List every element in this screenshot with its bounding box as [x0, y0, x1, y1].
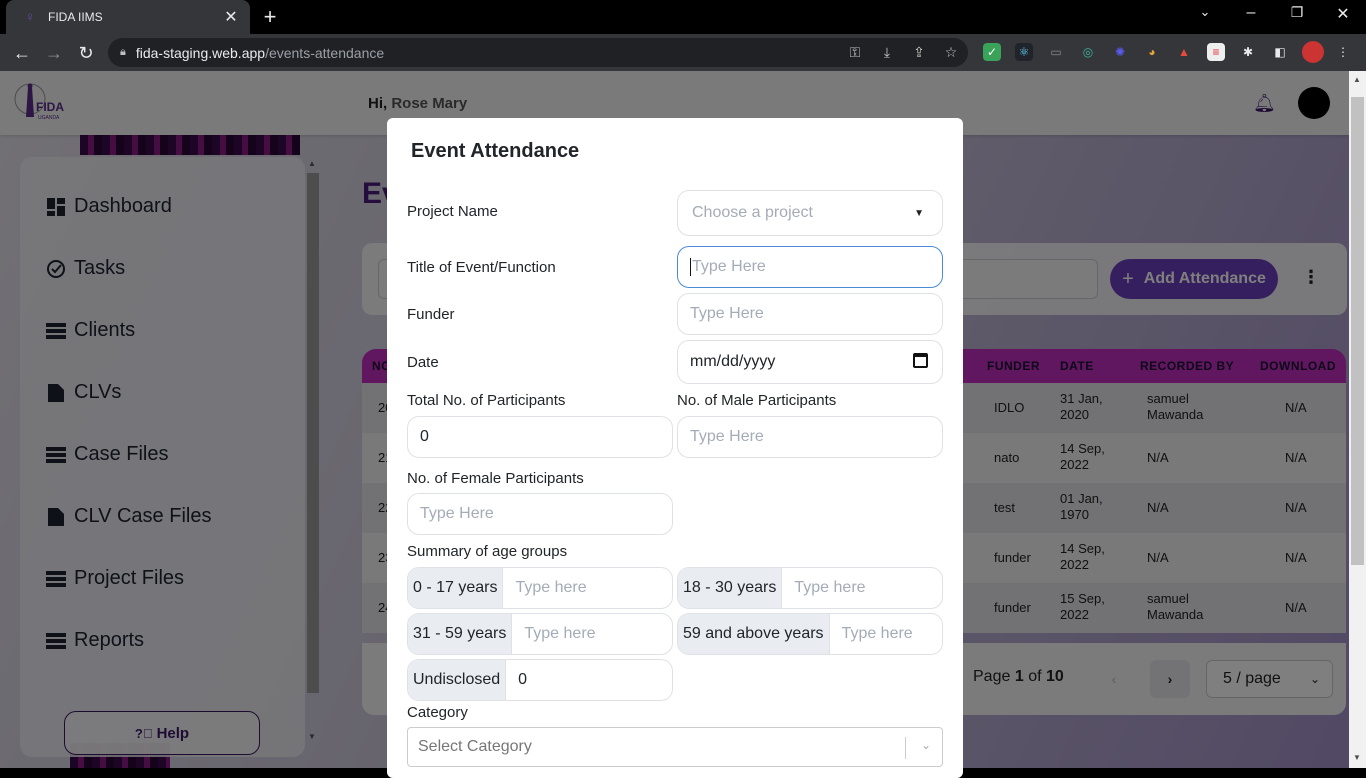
age-group-label: 0 - 17 years [408, 568, 504, 608]
target-extension-icon[interactable]: ◎ [1079, 43, 1097, 61]
project-select[interactable]: Choose a project ▼ [677, 190, 943, 236]
minimize-icon[interactable]: – [1239, 4, 1263, 22]
event-title-label: Title of Event/Function [407, 259, 556, 276]
side-panel-icon[interactable]: ◧ [1271, 43, 1289, 61]
project-placeholder: Choose a project [692, 204, 813, 221]
scroll-down-icon[interactable]: ▼ [1353, 753, 1361, 762]
browser-tab-bar: ♀ FIDA IIMS ✕ + ⌄ – ❐ ✕ [0, 0, 1366, 34]
lock-icon: 🔒︎ [120, 46, 126, 58]
notes-extension-icon[interactable]: ≡ [1207, 43, 1225, 61]
age-group-0-17: 0 - 17 years Type here [407, 567, 673, 609]
react-devtools-icon[interactable]: ⚛ [1015, 43, 1033, 61]
page-scrollbar[interactable]: ▲ ▼ [1349, 71, 1366, 768]
lighthouse-icon[interactable]: ▲ [1175, 43, 1193, 61]
category-placeholder: Select Category [418, 738, 532, 755]
male-participants-input[interactable]: Type Here [677, 416, 943, 458]
project-name-label: Project Name [407, 203, 498, 220]
key-icon[interactable]: ⚿ [846, 44, 864, 61]
age-group-input[interactable]: Type here [503, 568, 672, 608]
install-icon[interactable]: ⤓ [878, 44, 896, 61]
window-close-icon[interactable]: ✕ [1331, 4, 1355, 24]
url-path: /events-attendance [265, 44, 385, 61]
total-participants-label: Total No. of Participants [407, 392, 566, 409]
age-group-input[interactable]: Type here [512, 614, 672, 654]
reload-icon[interactable]: ↻ [74, 41, 98, 65]
funder-placeholder: Type Here [690, 305, 764, 322]
event-attendance-modal: Event Attendance Project Name Choose a p… [387, 118, 963, 778]
scroll-up-icon[interactable]: ▲ [1353, 75, 1361, 84]
age-group-input[interactable]: Type here [830, 614, 942, 654]
age-group-31-59: 31 - 59 years Type here [407, 613, 673, 655]
age-group-label: 31 - 59 years [408, 614, 513, 654]
gear-extension-icon[interactable]: ✺ [1111, 43, 1129, 61]
age-group-59-above: 59 and above years Type here [677, 613, 943, 655]
age-group-18-30: 18 - 30 years Type here [677, 567, 943, 609]
male-participants-label: No. of Male Participants [677, 392, 837, 409]
funder-input[interactable]: Type Here [677, 293, 943, 335]
male-placeholder: Type Here [690, 428, 764, 445]
share-icon[interactable]: ⇪ [910, 44, 928, 61]
fida-favicon-icon: ♀ [25, 9, 35, 24]
age-summary-label: Summary of age groups [407, 543, 568, 560]
browser-toolbar: ← → ↻ 🔒︎ fida-staging.web.app /events-at… [0, 34, 1366, 71]
page-scroll-thumb[interactable] [1351, 97, 1364, 565]
browser-tab[interactable]: ♀ FIDA IIMS ✕ [6, 0, 250, 34]
age-group-label: Undisclosed [408, 660, 507, 700]
category-select[interactable]: Select Category ⌄ [407, 727, 943, 767]
tab-title: FIDA IIMS [48, 10, 103, 24]
color-extension-icon[interactable]: ◕ [1143, 43, 1161, 61]
age-group-input[interactable]: Type here [782, 568, 942, 608]
tab-search-icon[interactable]: ⌄ [1193, 4, 1217, 20]
cast-extension-icon[interactable]: ▭ [1047, 43, 1065, 61]
address-bar[interactable]: 🔒︎ fida-staging.web.app /events-attendan… [108, 38, 968, 67]
bookmark-star-icon[interactable]: ☆ [942, 44, 960, 61]
modal-title: Event Attendance [411, 140, 580, 162]
female-participants-input[interactable]: Type Here [407, 493, 673, 535]
profile-avatar-icon[interactable] [1302, 41, 1324, 63]
total-participants-input[interactable]: 0 [407, 416, 673, 458]
text-caret [690, 258, 691, 276]
caret-down-icon: ▼ [914, 207, 924, 219]
back-icon[interactable]: ← [10, 41, 34, 65]
female-participants-label: No. of Female Participants [407, 470, 584, 487]
restore-icon[interactable]: ❐ [1285, 4, 1309, 21]
url-host: fida-staging.web.app [135, 44, 266, 61]
chevron-down-icon: ⌄ [920, 738, 931, 752]
age-group-label: 18 - 30 years [678, 568, 783, 608]
female-placeholder: Type Here [420, 505, 494, 522]
browser-menu-icon[interactable]: ⋮ [1334, 43, 1352, 61]
category-label: Category [407, 704, 468, 721]
funder-label: Funder [407, 306, 455, 323]
shield-extension-icon[interactable]: ✓ [983, 43, 1001, 61]
date-input[interactable]: mm/dd/yyyy [677, 340, 943, 384]
extensions-puzzle-icon[interactable]: ✱ [1239, 43, 1257, 61]
event-title-placeholder: Type Here [692, 258, 766, 275]
event-title-input[interactable]: Type Here [677, 246, 943, 288]
age-group-label: 59 and above years [678, 614, 830, 654]
age-group-input[interactable]: 0 [506, 660, 672, 700]
select-separator [905, 737, 906, 759]
age-group-undisclosed: Undisclosed 0 [407, 659, 673, 701]
calendar-icon[interactable] [913, 353, 928, 368]
date-placeholder: mm/dd/yyyy [690, 353, 776, 370]
date-label: Date [407, 354, 439, 371]
new-tab-button[interactable]: + [258, 4, 282, 30]
tab-close-icon[interactable]: ✕ [222, 7, 240, 27]
total-participants-value: 0 [420, 428, 429, 445]
forward-icon[interactable]: → [42, 41, 66, 65]
